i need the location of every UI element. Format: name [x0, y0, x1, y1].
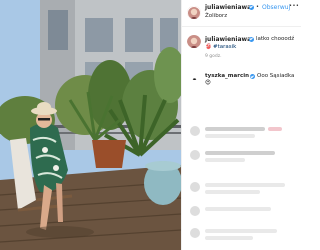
blurred-comment-line	[205, 190, 260, 194]
commenter-avatar[interactable]	[190, 71, 199, 80]
caption-hashtag-link[interactable]: #tarasik	[213, 44, 236, 50]
follow-button[interactable]: Obserwuj	[262, 4, 290, 11]
caption-avatar[interactable]	[187, 34, 201, 48]
blurred-comment-line	[205, 236, 253, 240]
blurred-comment-avatar	[190, 206, 200, 216]
caption-timestamp: 9 godz.	[205, 54, 222, 59]
commenter-avatar-image	[190, 77, 199, 80]
comment-text: Ooo Sąsiadka	[257, 73, 295, 79]
commenter-username[interactable]: tyszka_marcin	[205, 73, 249, 79]
post-photo-image	[0, 0, 181, 250]
author-avatar[interactable]	[187, 5, 201, 19]
header-separator: •	[256, 4, 259, 10]
blurred-comment-line	[268, 127, 282, 131]
caption-verified-badge-icon	[249, 36, 254, 42]
author-username[interactable]: juliawieniawa	[205, 4, 251, 11]
blurred-comment-line	[205, 229, 277, 233]
more-options-icon[interactable]: •••	[289, 3, 299, 9]
blurred-comment-line	[205, 183, 285, 187]
caption-avatar-image	[187, 35, 201, 48]
blurred-comment-line	[205, 134, 255, 138]
post-photo[interactable]	[0, 0, 181, 250]
blurred-comment-line	[205, 127, 265, 131]
blurred-comment-avatar	[190, 150, 200, 160]
comment-emoji: 😍	[205, 80, 211, 86]
location-link[interactable]: Żoliborz	[205, 13, 227, 19]
bikini-emoji-icon: 👙	[205, 44, 212, 50]
blurred-comment-line	[205, 207, 271, 211]
caption-username[interactable]: juliawieniawa	[205, 36, 251, 43]
author-avatar-image	[187, 6, 201, 19]
commenter-verified-badge-icon	[250, 74, 255, 79]
post-sidebar: juliawieniawa • Obserwuj Żoliborz ••• ju…	[181, 0, 301, 250]
caption-text: latko chooodź	[256, 36, 295, 42]
post-header: juliawieniawa • Obserwuj Żoliborz •••	[182, 0, 301, 27]
blurred-comment-line	[205, 151, 275, 155]
blurred-comment-avatar	[190, 228, 200, 238]
verified-badge-icon	[249, 4, 254, 10]
blurred-comment-line	[205, 158, 245, 162]
blurred-comment-avatar	[190, 182, 200, 192]
instagram-post: juliawieniawa • Obserwuj Żoliborz ••• ju…	[0, 0, 301, 250]
blurred-comment-avatar	[190, 126, 200, 136]
